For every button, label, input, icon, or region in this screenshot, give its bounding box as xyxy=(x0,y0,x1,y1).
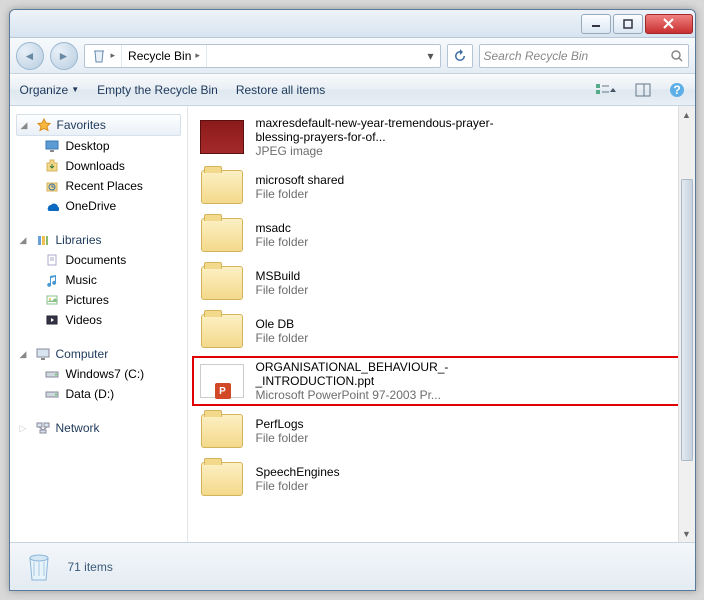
preview-pane-button[interactable] xyxy=(635,83,651,97)
item-type: JPEG image xyxy=(256,144,496,158)
sidebar-network-header[interactable]: ▷Network xyxy=(16,418,187,438)
list-item[interactable]: MSBuildFile folder xyxy=(192,260,687,306)
sidebar-item-videos[interactable]: Videos xyxy=(16,310,187,330)
network-icon xyxy=(35,420,51,436)
recent-icon xyxy=(44,178,60,194)
forward-button[interactable]: ► xyxy=(50,42,78,70)
navigation-pane: ◢ Favorites Desktop Downloads Recent Pla… xyxy=(10,106,188,542)
onedrive-icon xyxy=(44,198,60,214)
sidebar-libraries-header[interactable]: ◢Libraries xyxy=(16,230,187,250)
empty-recycle-bin-button[interactable]: Empty the Recycle Bin xyxy=(97,83,218,97)
svg-text:?: ? xyxy=(673,83,680,97)
videos-icon xyxy=(44,312,60,328)
folder-icon xyxy=(198,216,246,254)
drive-icon xyxy=(44,366,60,382)
item-name: SpeechEngines xyxy=(256,465,340,479)
item-name: msadc xyxy=(256,221,309,235)
list-item[interactable]: ORGANISATIONAL_BEHAVIOUR_-_INTRODUCTION.… xyxy=(192,356,687,406)
music-icon xyxy=(44,272,60,288)
sidebar-computer-header[interactable]: ◢Computer xyxy=(16,344,187,364)
explorer-window: ◄ ► ▸ Recycle Bin ▸ ▾ Search Recycle Bin… xyxy=(9,9,696,591)
scrollbar[interactable]: ▲ ▼ xyxy=(678,106,695,542)
location-label: Recycle Bin xyxy=(128,49,191,63)
item-type: File folder xyxy=(256,331,309,345)
libraries-icon xyxy=(35,232,51,248)
item-type: File folder xyxy=(256,479,340,493)
item-type: File folder xyxy=(256,187,345,201)
back-button[interactable]: ◄ xyxy=(16,42,44,70)
recycle-bin-icon xyxy=(22,550,56,584)
sidebar-favorites-header[interactable]: ◢ Favorites xyxy=(16,114,181,136)
item-name: ORGANISATIONAL_BEHAVIOUR_-_INTRODUCTION.… xyxy=(256,360,496,388)
list-item[interactable]: maxresdefault-new-year-tremendous-prayer… xyxy=(192,112,687,162)
breadcrumb-location[interactable]: Recycle Bin ▸ xyxy=(122,45,207,67)
downloads-icon xyxy=(44,158,60,174)
sidebar-item-desktop[interactable]: Desktop xyxy=(16,136,187,156)
status-count: 71 items xyxy=(68,560,113,574)
minimize-button[interactable] xyxy=(581,14,611,34)
address-dropdown[interactable]: ▾ xyxy=(422,49,440,63)
sidebar-item-pictures[interactable]: Pictures xyxy=(16,290,187,310)
sidebar-item-music[interactable]: Music xyxy=(16,270,187,290)
refresh-button[interactable] xyxy=(447,44,473,68)
folder-icon xyxy=(198,312,246,350)
search-input[interactable]: Search Recycle Bin xyxy=(479,44,689,68)
item-type: Microsoft PowerPoint 97-2003 Pr... xyxy=(256,388,496,402)
item-name: PerfLogs xyxy=(256,417,309,431)
recycle-bin-icon[interactable]: ▸ xyxy=(85,45,123,67)
sidebar-item-downloads[interactable]: Downloads xyxy=(16,156,187,176)
sidebar-item-documents[interactable]: Documents xyxy=(16,250,187,270)
statusbar: 71 items xyxy=(10,542,695,590)
pictures-icon xyxy=(44,292,60,308)
sidebar-item-onedrive[interactable]: OneDrive xyxy=(16,196,187,216)
folder-icon xyxy=(198,460,246,498)
chevron-right-icon: ▸ xyxy=(195,50,200,61)
ppt-icon xyxy=(198,362,246,400)
list-item[interactable]: PerfLogsFile folder xyxy=(192,408,687,454)
item-name: MSBuild xyxy=(256,269,309,283)
sidebar-item-drive-d[interactable]: Data (D:) xyxy=(16,384,187,404)
sidebar-item-drive-c[interactable]: Windows7 (C:) xyxy=(16,364,187,384)
restore-all-button[interactable]: Restore all items xyxy=(236,83,325,97)
computer-icon xyxy=(35,346,51,362)
scroll-track[interactable] xyxy=(679,123,695,525)
list-item[interactable]: Ole DBFile folder xyxy=(192,308,687,354)
scroll-thumb[interactable] xyxy=(681,179,693,460)
sidebar-item-recent[interactable]: Recent Places xyxy=(16,176,187,196)
drive-icon xyxy=(44,386,60,402)
toolbar: Organize ▼ Empty the Recycle Bin Restore… xyxy=(10,74,695,106)
list-item[interactable]: SpeechEnginesFile folder xyxy=(192,456,687,502)
file-list[interactable]: maxresdefault-new-year-tremendous-prayer… xyxy=(188,106,695,542)
item-name: maxresdefault-new-year-tremendous-prayer… xyxy=(256,116,496,144)
maximize-button[interactable] xyxy=(613,14,643,34)
image-icon xyxy=(198,118,246,156)
folder-icon xyxy=(198,168,246,206)
item-name: microsoft shared xyxy=(256,173,345,187)
item-type: File folder xyxy=(256,235,309,249)
item-type: File folder xyxy=(256,283,309,297)
folder-icon xyxy=(198,264,246,302)
desktop-icon xyxy=(44,138,60,154)
help-button[interactable]: ? xyxy=(669,82,685,98)
view-options-button[interactable] xyxy=(595,82,617,98)
star-icon xyxy=(36,117,52,133)
search-placeholder: Search Recycle Bin xyxy=(484,49,589,63)
list-item[interactable]: microsoft sharedFile folder xyxy=(192,164,687,210)
scroll-up-button[interactable]: ▲ xyxy=(679,106,695,123)
item-name: Ole DB xyxy=(256,317,309,331)
titlebar xyxy=(10,10,695,38)
close-button[interactable] xyxy=(645,14,693,34)
folder-icon xyxy=(198,412,246,450)
item-type: File folder xyxy=(256,431,309,445)
scroll-down-button[interactable]: ▼ xyxy=(679,525,695,542)
search-icon xyxy=(670,49,684,63)
organize-menu[interactable]: Organize ▼ xyxy=(20,83,80,97)
body: ◢ Favorites Desktop Downloads Recent Pla… xyxy=(10,106,695,542)
address-bar[interactable]: ▸ Recycle Bin ▸ ▾ xyxy=(84,44,441,68)
list-item[interactable]: msadcFile folder xyxy=(192,212,687,258)
documents-icon xyxy=(44,252,60,268)
navbar: ◄ ► ▸ Recycle Bin ▸ ▾ Search Recycle Bin xyxy=(10,38,695,74)
